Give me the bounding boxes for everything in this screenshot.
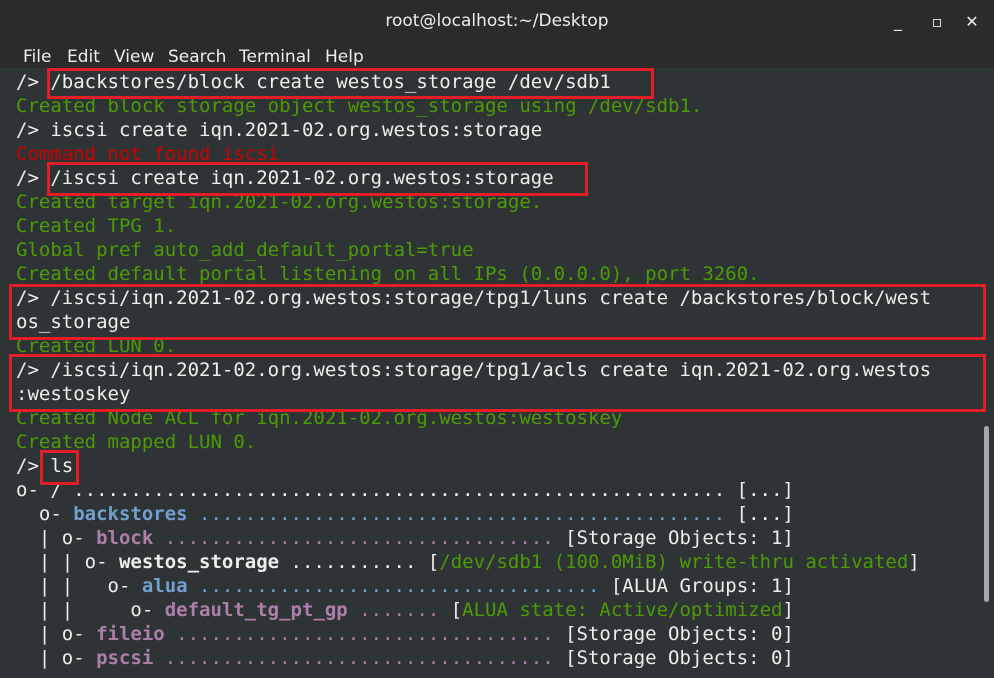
terminal-line: :westoskey	[16, 382, 130, 406]
terminal-text: /> iscsi create iqn.2021-02.org.westos:s…	[16, 119, 543, 141]
terminal-line: Created mapped LUN 0.	[16, 430, 256, 454]
terminal-line: /> ls	[16, 454, 73, 478]
terminal-line: Command not found iscsi	[16, 142, 279, 166]
menu-terminal[interactable]: Terminal	[239, 47, 311, 67]
terminal-text: ls	[50, 455, 74, 477]
terminal-text: [...]	[736, 479, 794, 501]
terminal-text: Command not found iscsi	[16, 143, 280, 165]
terminal-text: ........................................…	[187, 503, 737, 525]
terminal-line: Created default portal listening on all …	[16, 262, 760, 286]
window-title: root@localhost:~/Desktop	[385, 11, 609, 31]
terminal-line: | o- fileio ............................…	[16, 622, 794, 646]
terminal-output[interactable]: /> /backstores/block create westos_stora…	[0, 68, 980, 678]
terminal-text: pscsi	[96, 647, 154, 669]
terminal-text: default_tg_pt_gp	[164, 599, 348, 621]
terminal-line: /> /iscsi/iqn.2021-02.org.westos:storage…	[16, 358, 931, 382]
terminal-text: | o-	[16, 623, 97, 645]
terminal-text: Created block storage object westos_stor…	[16, 95, 703, 117]
terminal-text: Created target iqn.2021-02.org.westos:st…	[16, 191, 543, 213]
title-bar[interactable]: root@localhost:~/Desktop _ ▫ ✕	[0, 0, 994, 44]
terminal-text: />	[16, 71, 51, 93]
terminal-text: [Storage Objects: 0]	[565, 647, 794, 669]
terminal-line: /> /backstores/block create westos_stora…	[16, 70, 611, 94]
scrollbar-thumb[interactable]	[984, 426, 989, 602]
terminal-line: Created LUN 0.	[16, 334, 176, 358]
menu-edit[interactable]: Edit	[67, 47, 100, 67]
menu-bar: File Edit View Search Terminal Help	[0, 44, 994, 70]
terminal-text: | o-	[16, 527, 97, 549]
terminal-text: [ALUA Groups: 1]	[610, 575, 794, 597]
terminal-window: root@localhost:~/Desktop _ ▫ ✕ File Edit…	[0, 0, 994, 678]
terminal-line: /> iscsi create iqn.2021-02.org.westos:s…	[16, 118, 542, 142]
terminal-line: os_storage	[16, 310, 130, 334]
terminal-text: ...........	[279, 551, 428, 573]
terminal-line: Created target iqn.2021-02.org.westos:st…	[16, 190, 542, 214]
terminal-text: :westoskey	[16, 383, 131, 405]
terminal-text: | | o-	[16, 551, 119, 573]
terminal-line: Created block storage object westos_stor…	[16, 94, 702, 118]
terminal-line: Created TPG 1.	[16, 214, 176, 238]
terminal-text: Created Node ACL for iqn.2021-02.org.wes…	[16, 407, 623, 429]
terminal-text: fileio	[96, 623, 165, 645]
menu-file[interactable]: File	[23, 47, 51, 67]
terminal-text: /iscsi create iqn.2021-02.org.westos:sto…	[50, 167, 554, 189]
terminal-text: Created mapped LUN 0.	[16, 431, 257, 453]
terminal-text: .......	[347, 599, 451, 621]
terminal-line: | o- block .............................…	[16, 526, 794, 550]
terminal-text: />	[16, 455, 51, 477]
terminal-text: ...................................	[187, 575, 611, 597]
terminal-text: />	[16, 167, 51, 189]
terminal-text: | o-	[16, 647, 97, 669]
terminal-text: alua	[141, 575, 188, 597]
terminal-text: [Storage Objects: 1]	[565, 527, 794, 549]
terminal-text: os_storage	[16, 311, 131, 333]
terminal-line: | | o- westos_storage ........... [/dev/…	[16, 550, 920, 574]
terminal-text: | | o-	[16, 575, 142, 597]
terminal-text: Created default portal listening on all …	[16, 263, 760, 285]
menu-search[interactable]: Search	[168, 47, 226, 67]
terminal-text: [	[450, 599, 463, 621]
terminal-text: Created TPG 1.	[16, 215, 177, 237]
terminal-text: ........................................…	[73, 479, 737, 501]
terminal-text: Created LUN 0.	[16, 335, 177, 357]
terminal-line: o- / ...................................…	[16, 478, 794, 502]
scrollbar[interactable]	[980, 68, 994, 678]
terminal-text: [Storage Objects: 0]	[565, 623, 794, 645]
terminal-line: | | o- alua ............................…	[16, 574, 794, 598]
terminal-line: /> /iscsi create iqn.2021-02.org.westos:…	[16, 166, 554, 190]
terminal-text: o- /	[16, 479, 74, 501]
terminal-line: o- backstores ..........................…	[16, 502, 794, 526]
terminal-text: block	[96, 527, 154, 549]
terminal-text: .................................	[164, 623, 566, 645]
terminal-text: [...]	[736, 503, 794, 525]
terminal-text: /backstores/block create westos_storage …	[50, 71, 611, 93]
terminal-line: | o- pscsi .............................…	[16, 646, 794, 670]
close-button[interactable]: ✕	[960, 10, 984, 34]
terminal-text: /> /iscsi/iqn.2021-02.org.westos:storage…	[16, 359, 932, 381]
terminal-text: ..................................	[153, 647, 566, 669]
terminal-text: westos_storage	[118, 551, 280, 573]
terminal-text: o-	[16, 503, 74, 525]
terminal-text: [	[427, 551, 440, 573]
terminal-text: ]	[908, 551, 920, 573]
terminal-text: ..................................	[153, 527, 566, 549]
menu-help[interactable]: Help	[325, 47, 364, 67]
maximize-button[interactable]: ▫	[925, 10, 949, 34]
terminal-text: /dev/sdb1 (100.0MiB) write-thru activate…	[439, 551, 909, 573]
terminal-text: ALUA state: Active/optimized	[462, 599, 783, 621]
terminal-text: | | o-	[16, 599, 165, 621]
terminal-text: /> /iscsi/iqn.2021-02.org.westos:storage…	[16, 287, 932, 309]
terminal-line: Global pref auto_add_default_portal=true	[16, 238, 474, 262]
terminal-text: Global pref auto_add_default_portal=true	[16, 239, 474, 261]
minimize-button[interactable]: _	[886, 10, 910, 34]
terminal-text: backstores	[73, 503, 188, 525]
terminal-line: Created Node ACL for iqn.2021-02.org.wes…	[16, 406, 622, 430]
terminal-text: ]	[782, 599, 794, 621]
terminal-line: /> /iscsi/iqn.2021-02.org.westos:storage…	[16, 286, 931, 310]
menu-view[interactable]: View	[114, 47, 154, 67]
terminal-line: | | o- default_tg_pt_gp ....... [ALUA st…	[16, 598, 794, 622]
